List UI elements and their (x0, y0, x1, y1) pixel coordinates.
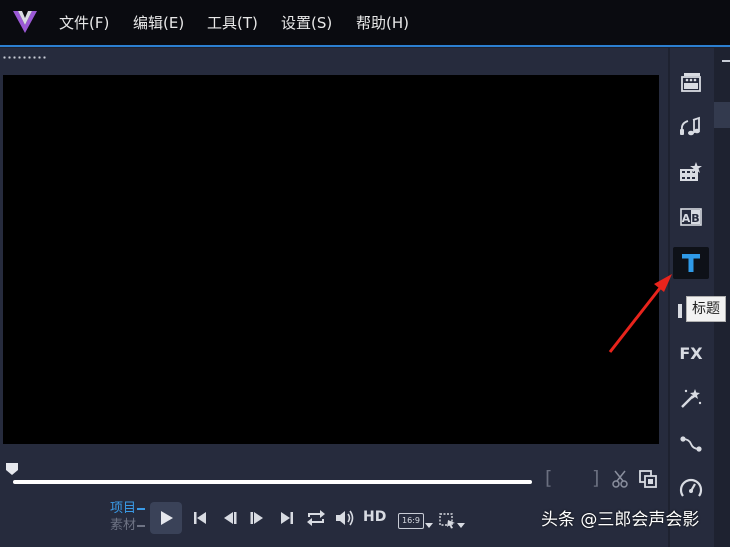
go-to-start-button[interactable] (187, 505, 213, 531)
previous-frame-button[interactable] (217, 505, 243, 531)
panel-grip-handle[interactable] (2, 56, 48, 59)
menu-edit[interactable]: 编辑(E) (133, 13, 184, 33)
next-frame-button[interactable] (244, 505, 270, 531)
app-logo-icon (13, 11, 37, 33)
scissors-icon[interactable] (611, 469, 631, 489)
filter-wand-icon (681, 389, 702, 408)
instant-project-icon (680, 116, 700, 136)
aspect-ratio-dropdown-icon[interactable] (425, 523, 433, 529)
next-frame-icon (250, 512, 263, 524)
title-tooltip: 标题 (686, 296, 726, 322)
clip-mode-tab[interactable]: 素材 (110, 518, 146, 534)
title-icon (682, 254, 700, 272)
svg-text:A: A (682, 212, 691, 225)
menu-tools[interactable]: 工具(T) (207, 13, 258, 33)
ab-transition-tool-button[interactable]: A B (673, 201, 709, 233)
speaker-icon (336, 510, 354, 526)
mark-out-button[interactable]: ] (592, 468, 599, 488)
scrubber-handle-icon[interactable] (5, 462, 19, 476)
project-mode-indicator (137, 507, 146, 510)
media-tool-button[interactable] (673, 66, 709, 98)
project-mode-tab[interactable]: 项目 (110, 501, 146, 517)
ab-transition-icon: A B (680, 208, 702, 226)
enlarge-preview-icon[interactable] (638, 469, 658, 489)
volume-button[interactable] (332, 505, 358, 531)
hd-preview-button[interactable]: HD (363, 509, 386, 525)
crop-select-icon[interactable] (439, 513, 457, 529)
path-tool-button[interactable] (673, 427, 709, 459)
svg-text:B: B (691, 212, 699, 225)
clip-mode-label: 素材 (110, 518, 137, 533)
transition-tool-button[interactable] (673, 156, 709, 188)
mark-in-button[interactable]: [ (545, 468, 552, 488)
aspect-ratio-button[interactable]: 16:9 (398, 513, 424, 529)
scrubber-track[interactable] (13, 480, 532, 484)
speed-tool-button[interactable] (673, 472, 709, 504)
play-button[interactable] (150, 502, 182, 534)
menu-file[interactable]: 文件(F) (59, 13, 109, 33)
watermark-text: 头条 @三郎会声会影 (541, 510, 700, 530)
play-icon (161, 511, 173, 525)
speed-icon (679, 478, 703, 497)
menu-settings[interactable]: 设置(S) (281, 13, 332, 33)
filter-tool-button[interactable] (673, 382, 709, 414)
library-panel-grip[interactable] (722, 60, 730, 62)
clip-mode-indicator (137, 524, 146, 527)
instant-project-tool-button[interactable] (673, 111, 709, 143)
media-icon (681, 73, 701, 92)
go-to-end-button[interactable] (274, 505, 300, 531)
crop-dropdown-icon[interactable] (457, 523, 465, 529)
previous-frame-icon (224, 512, 237, 524)
fx-label: FX (679, 343, 703, 363)
preview-window (3, 75, 659, 444)
menu-bar: 文件(F) 编辑(E) 工具(T) 设置(S) 帮助(H) (0, 0, 730, 47)
repeat-icon (307, 510, 325, 526)
path-icon (680, 436, 702, 452)
menu-help[interactable]: 帮助(H) (356, 13, 409, 33)
repeat-button[interactable] (303, 505, 329, 531)
library-panel-tab (714, 102, 730, 128)
skip-to-end-icon (281, 512, 293, 524)
skip-to-start-icon (194, 512, 206, 524)
project-mode-label: 项目 (110, 501, 137, 516)
annotation-arrow-icon (608, 274, 672, 353)
transition-icon (680, 162, 702, 181)
